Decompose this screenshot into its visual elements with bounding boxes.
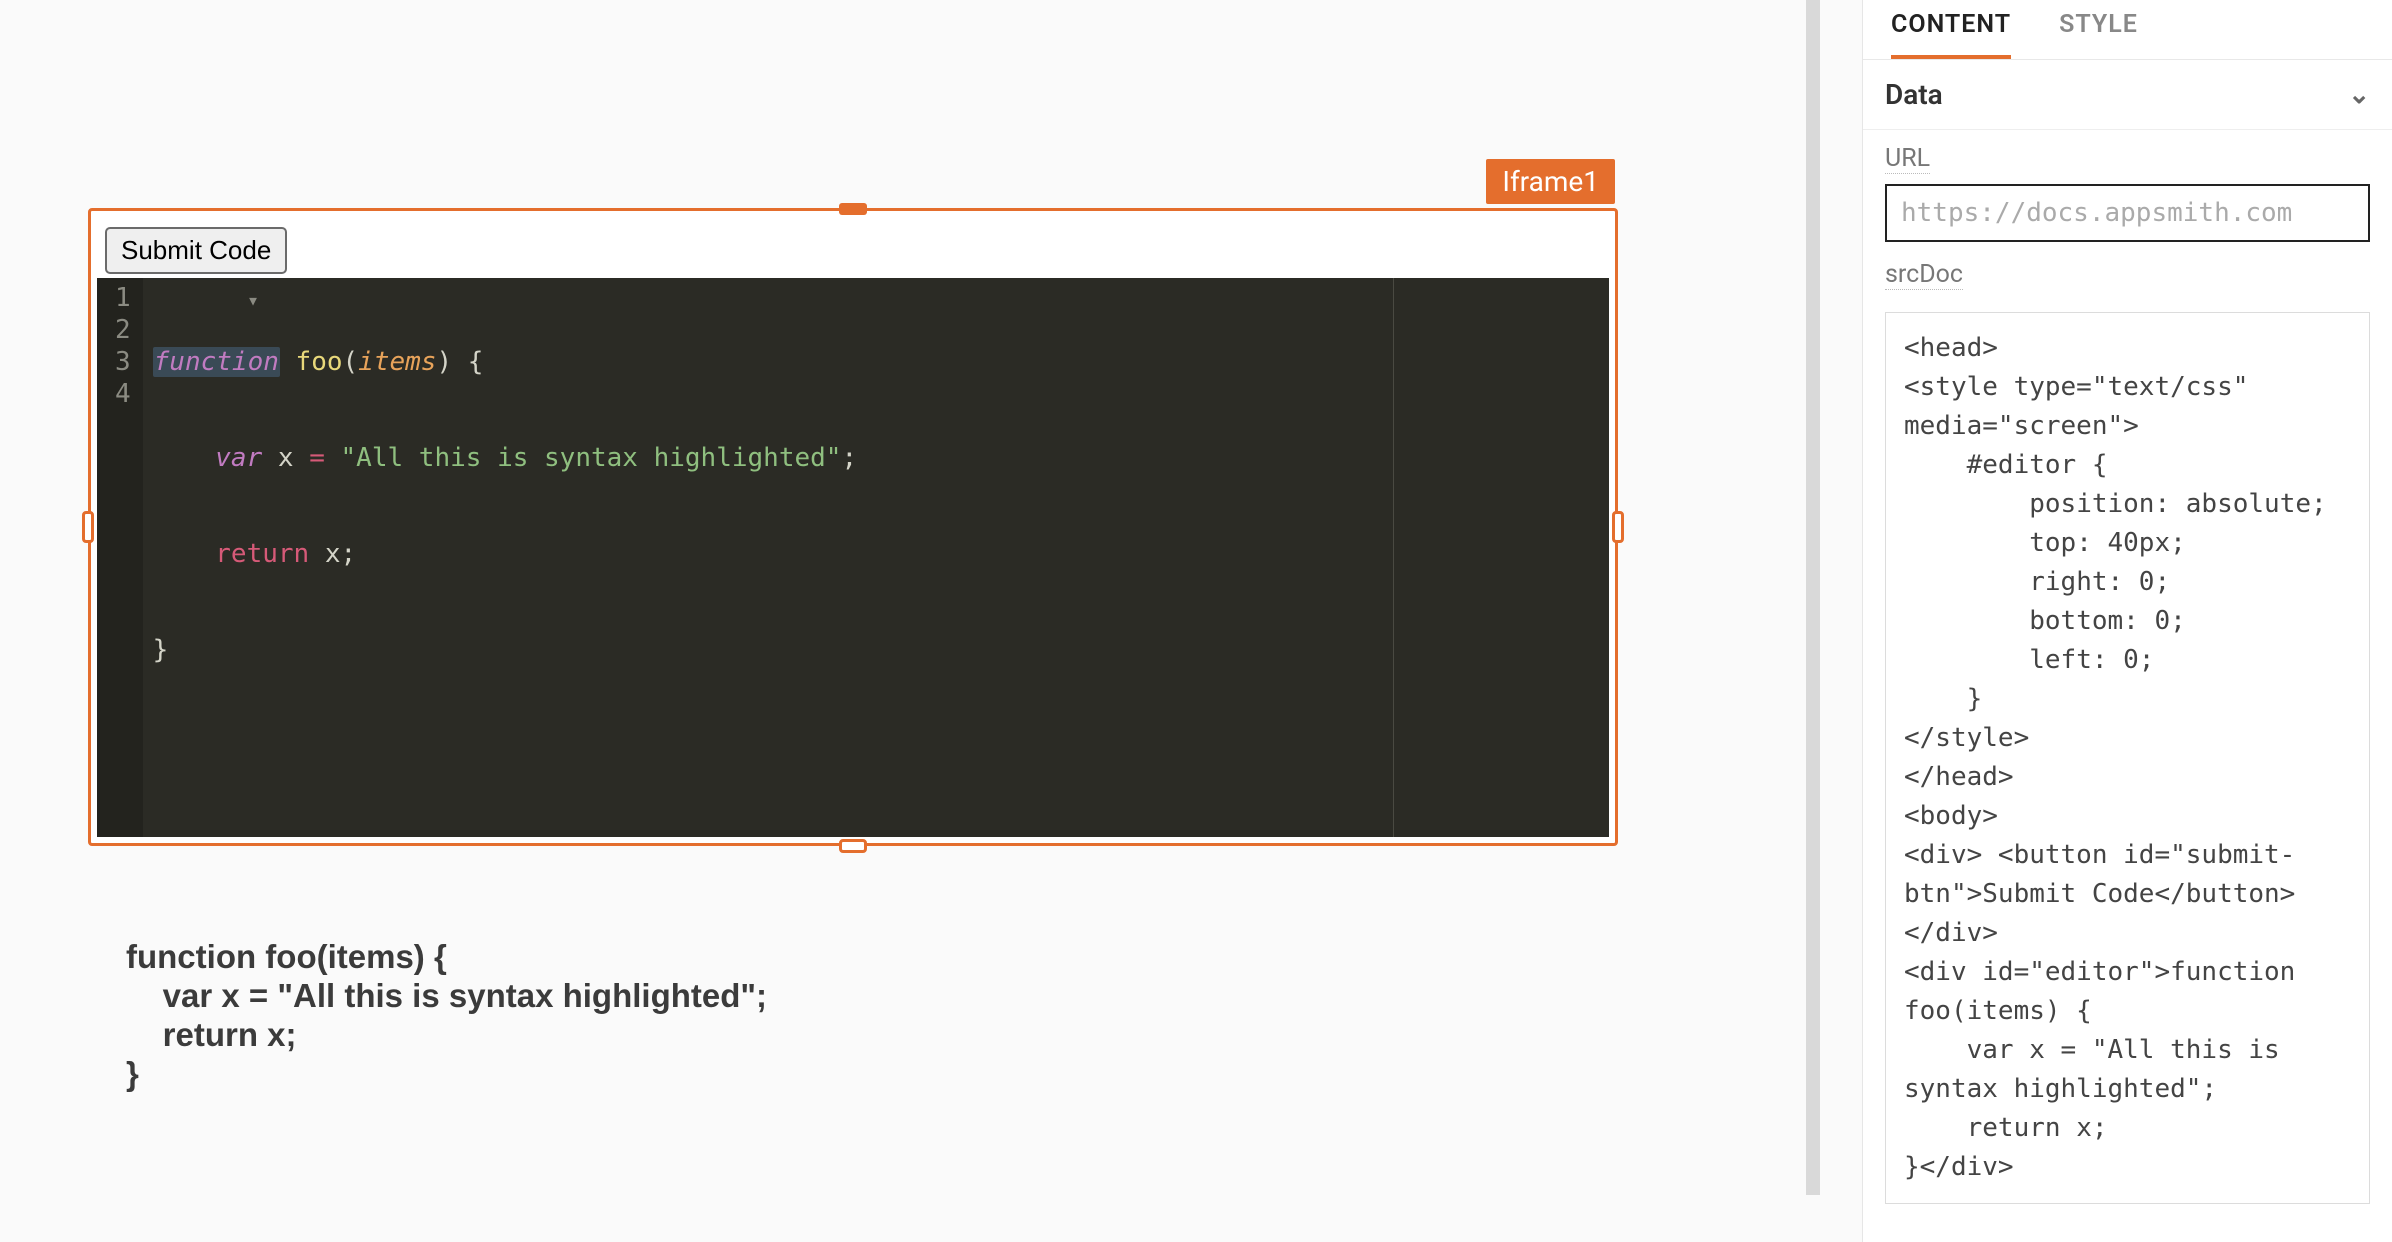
panel-tabs: CONTENT STYLE (1863, 0, 2392, 60)
token-punc: ( (343, 347, 359, 377)
output-text: function foo(items) { var x = "All this … (126, 938, 767, 1094)
line-number: 1 (115, 282, 131, 314)
editor-gutter: 1 2 3 4 (97, 278, 143, 837)
tab-style[interactable]: STYLE (2059, 0, 2138, 59)
token-keyword: var (215, 443, 262, 473)
line-number: 3 (115, 346, 131, 378)
token-var: x (262, 443, 309, 473)
resize-handle-top[interactable] (839, 203, 867, 215)
token-punc: { (452, 347, 483, 377)
iframe-content: Submit Code 1 2 3 4 ▾ function foo(items… (97, 217, 1609, 837)
line-number: 4 (115, 378, 131, 410)
token-punc: ; (841, 443, 857, 473)
token-keyword: function (153, 347, 280, 377)
token-punc: } (153, 635, 169, 665)
line-number: 2 (115, 314, 131, 346)
submit-code-button[interactable]: Submit Code (105, 227, 287, 274)
srcdoc-label: srcDoc (1885, 260, 1963, 290)
tab-content[interactable]: CONTENT (1891, 0, 2011, 59)
srcdoc-input[interactable]: <head> <style type="text/css" media="scr… (1885, 312, 2370, 1204)
iframe-widget[interactable]: Iframe1 Submit Code 1 2 3 4 ▾ function f… (88, 208, 1618, 846)
resize-handle-left[interactable] (82, 511, 94, 543)
section-title: Data (1885, 78, 1943, 111)
url-label: URL (1885, 144, 1930, 174)
token-punc: ) (436, 347, 452, 377)
token-string: "All this is syntax highlighted" (341, 443, 842, 473)
resize-handle-bottom[interactable] (839, 839, 867, 853)
field-url: URL (1863, 130, 2392, 246)
chevron-down-icon: ⌄ (2348, 80, 2370, 110)
code-area[interactable]: function foo(items) { var x = "All this … (143, 278, 1609, 837)
token-keyword: return (215, 539, 309, 569)
code-editor[interactable]: 1 2 3 4 ▾ function foo(items) { var x = … (97, 278, 1609, 837)
property-panel: CONTENT STYLE Data ⌄ URL srcDoc <head> <… (1862, 0, 2392, 1242)
canvas-scrollbar[interactable] (1806, 0, 1820, 1195)
token-param: items (358, 347, 436, 377)
resize-handle-right[interactable] (1612, 511, 1624, 543)
editor-ruler (1393, 278, 1394, 837)
token-indent (153, 443, 216, 473)
token-op: = (309, 443, 325, 473)
token-function: foo (296, 347, 343, 377)
token-space (325, 443, 341, 473)
token-indent (153, 539, 216, 569)
section-data-header[interactable]: Data ⌄ (1863, 60, 2392, 130)
editor-canvas[interactable]: Iframe1 Submit Code 1 2 3 4 ▾ function f… (0, 0, 1820, 1242)
token-var: x; (309, 539, 356, 569)
widget-name-badge: Iframe1 (1486, 159, 1615, 204)
url-input[interactable] (1885, 184, 2370, 242)
field-srcdoc: srcDoc (1863, 246, 2392, 304)
